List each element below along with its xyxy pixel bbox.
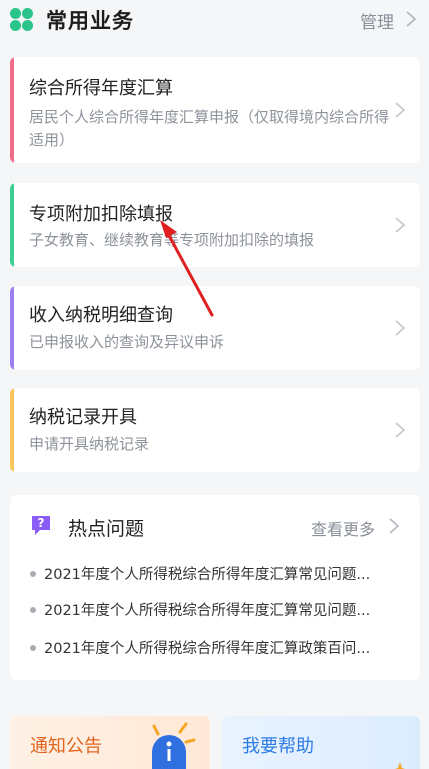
svg-text:?: ?	[38, 516, 45, 530]
clover-icon	[10, 8, 34, 32]
chevron-right-icon[interactable]	[388, 517, 400, 535]
hot-topic-text: 2021年度个人所得税综合所得年度汇算政策百问...	[44, 641, 371, 657]
card-description: 申请开具纳税记录	[29, 435, 150, 453]
notice-label: 通知公告	[30, 736, 102, 757]
sparkle-icon	[395, 762, 405, 769]
accent-bar	[10, 388, 14, 472]
accent-bar	[10, 57, 14, 163]
accent-bar	[10, 183, 14, 267]
card-description: 子女教育、继续教育等专项附加扣除的填报	[29, 231, 315, 249]
help-tile[interactable]: 我要帮助	[222, 716, 420, 769]
chevron-right-icon	[395, 320, 406, 336]
chevron-right-icon	[395, 102, 406, 118]
chevron-right-icon	[395, 217, 406, 233]
help-label: 我要帮助	[242, 736, 314, 757]
hot-topic-item[interactable]: 2021年度个人所得税综合所得年度汇算政策百问...	[30, 637, 405, 659]
card-income-query[interactable]: 收入纳税明细查询 已申报收入的查询及异议申诉	[10, 286, 420, 370]
card-description: 已申报收入的查询及异议申诉	[29, 333, 225, 351]
hot-topic-text: 2021年度个人所得税综合所得年度汇算常见问题...	[44, 567, 371, 583]
chevron-right-icon	[395, 422, 406, 438]
section-title: 常用业务	[46, 9, 134, 33]
bell-icon	[152, 722, 196, 769]
bullet-dot	[30, 607, 36, 613]
hot-topic-item[interactable]: 2021年度个人所得税综合所得年度汇算常见问题...	[30, 599, 405, 621]
hot-topics-panel: ? 热点问题 查看更多 2021年度个人所得税综合所得年度汇算常见问题... 2…	[10, 495, 420, 680]
chevron-right-icon[interactable]	[404, 10, 418, 28]
card-annual-settlement[interactable]: 综合所得年度汇算 居民个人综合所得年度汇算申报（仅取得境内综合所得适用）	[10, 57, 420, 163]
hot-topic-item[interactable]: 2021年度个人所得税综合所得年度汇算常见问题...	[30, 563, 405, 585]
bullet-dot	[30, 645, 36, 651]
bullet-dot	[30, 571, 36, 577]
card-title: 专项附加扣除填报	[29, 204, 173, 225]
section-header: 常用业务 管理	[0, 0, 429, 40]
card-title: 综合所得年度汇算	[29, 78, 173, 99]
hot-topic-text: 2021年度个人所得税综合所得年度汇算常见问题...	[44, 603, 371, 619]
accent-bar	[10, 286, 14, 370]
notice-tile[interactable]: 通知公告	[10, 716, 210, 769]
card-title: 纳税记录开具	[29, 407, 137, 428]
question-chat-icon: ?	[32, 516, 50, 535]
card-tax-record[interactable]: 纳税记录开具 申请开具纳税记录	[10, 388, 420, 472]
manage-button[interactable]: 管理	[360, 8, 394, 33]
view-more-link[interactable]: 查看更多	[311, 516, 375, 540]
card-description: 居民个人综合所得年度汇算申报（仅取得境内综合所得适用）	[29, 108, 390, 149]
hot-topics-title: 热点问题	[68, 518, 145, 540]
card-title: 收入纳税明细查询	[29, 305, 173, 326]
card-special-deduction[interactable]: 专项附加扣除填报 子女教育、继续教育等专项附加扣除的填报	[10, 183, 420, 267]
